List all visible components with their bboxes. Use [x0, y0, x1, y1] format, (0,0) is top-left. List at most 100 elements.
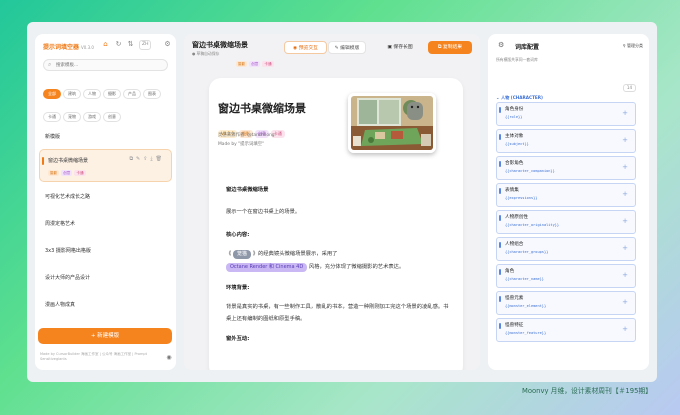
category-chip-architecture[interactable]: 建筑: [63, 89, 81, 99]
panel-subtitle: 所有模版共享同一套词库: [496, 57, 538, 62]
add-icon[interactable]: +: [622, 136, 628, 144]
vocab-item[interactable]: 角色身份 {{role}} +: [496, 102, 636, 126]
category-chip-people[interactable]: 人物: [83, 89, 101, 99]
item-indicator: [499, 188, 501, 194]
item-indicator: [499, 242, 501, 248]
intro-text: 展示一个在窗边书桌上的场景。: [226, 209, 301, 215]
category-chip-creative[interactable]: 创意: [103, 112, 121, 122]
add-icon[interactable]: +: [622, 190, 628, 198]
item-indicator: [499, 269, 501, 275]
tag-creative: 创意: [61, 170, 73, 176]
vocab-item[interactable]: 角色 {{character_name}} +: [496, 264, 636, 288]
vocab-name: 人物组合: [505, 242, 524, 247]
tag-cartoon: 卡通: [74, 170, 86, 176]
search-icon: ⌕: [48, 61, 52, 68]
scene-thumbnail: [348, 93, 436, 153]
vocab-name: 角色: [505, 269, 515, 274]
card-author: 灵感来源作者: @tanshilong: [218, 133, 275, 138]
template-item[interactable]: 设计大师的产品设计: [35, 267, 176, 290]
vocab-item[interactable]: 怪兽元素 {{monster_element}} +: [496, 291, 636, 315]
category-chip-cartoon[interactable]: 卡通: [43, 112, 61, 122]
save-long-image-button[interactable]: ▣ 保存长图: [380, 41, 420, 54]
item-indicator: [499, 296, 501, 302]
fill-slot-character[interactable]: 笼猫: [233, 250, 252, 259]
vocab-key: {{expressions}}: [505, 196, 538, 200]
vocab-key: {{character_name}}: [505, 277, 544, 281]
edit-template-button[interactable]: ✎ 编辑模版: [328, 41, 366, 54]
tag-photography: 摄影: [48, 170, 60, 176]
watermark-credit: Moonvy 月维，设计素材周刊【＃195期】: [521, 387, 652, 395]
language-toggle[interactable]: ZH: [139, 40, 152, 50]
selected-indicator: [42, 157, 44, 165]
env-text: 背景是真实的书桌，有一些制作工具，散乱的书本，营造一种刚刚加工完这个场景的凌乱感…: [226, 304, 449, 322]
new-template-button[interactable]: + 新建模版: [38, 328, 172, 344]
home-icon[interactable]: ⌂: [101, 40, 110, 49]
search-input[interactable]: [56, 61, 164, 70]
category-group-header[interactable]: ⌄ 人物 (CHARACTER) 14: [496, 84, 636, 100]
template-list: 新模版 窗边书桌微缩场景 ⧉✎⇪⤓🗑 摄影 创意 卡通 可视化艺术成长之路 周漫定格…: [35, 126, 176, 344]
settings-gear-icon: ⚙: [498, 41, 505, 49]
tag-cartoon: 卡通: [262, 61, 274, 67]
vocab-item[interactable]: 主体对象 {{subject}} +: [496, 129, 636, 153]
vocab-key: {{character_originality}}: [505, 223, 560, 227]
category-filter: 全部 建筑 人物 摄影 产品 图表卡通 宠物 游戏 创意: [43, 80, 171, 126]
delete-icon[interactable]: 🗑: [156, 156, 165, 162]
group-count-badge: 14: [622, 84, 636, 92]
refresh-icon[interactable]: ↻: [114, 40, 123, 49]
github-icon[interactable]: ◉: [165, 354, 173, 362]
category-chip-game[interactable]: 游戏: [83, 112, 101, 122]
vocab-name: 合影角色: [505, 161, 524, 166]
card-body: 窗边书桌微缩场景 展示一个在窗边书桌上的场景。 核心内容: 《 笼猫 》的经典镜…: [226, 186, 451, 344]
manage-categories-button[interactable]: ⚲ 管理分类: [623, 43, 643, 49]
preview-mode-button[interactable]: ◉ 预览交互: [284, 41, 327, 54]
settings-gear-icon[interactable]: ⚙: [163, 40, 172, 49]
template-item[interactable]: 周漫定格艺术: [35, 213, 176, 236]
category-chip-photography[interactable]: 摄影: [103, 89, 121, 99]
core-paragraph: 《 笼猫 》的经典镜头微缩场景展示，采用了: [226, 250, 338, 259]
add-icon[interactable]: +: [622, 244, 628, 252]
category-chip-pet[interactable]: 宠物: [63, 112, 81, 122]
add-icon[interactable]: +: [622, 163, 628, 171]
template-item-selected[interactable]: 窗边书桌微缩场景 ⧉✎⇪⤓🗑 摄影 创意 卡通: [39, 149, 172, 182]
item-indicator: [499, 161, 501, 167]
add-icon[interactable]: +: [622, 271, 628, 279]
add-icon[interactable]: +: [622, 298, 628, 306]
preview-panel: 窗边书桌微缩场景 ● 草稿自动保存 摄影 创意 卡通 ◉ 预览交互 ✎ 编辑模版 ▣…: [184, 34, 480, 370]
template-item[interactable]: 新模版: [35, 126, 176, 149]
vocab-name: 怪兽元素: [505, 296, 524, 301]
sync-icon[interactable]: ⇅: [126, 40, 135, 49]
vocab-item[interactable]: 人物原创性 {{character_originality}} +: [496, 210, 636, 234]
item-indicator: [499, 134, 501, 140]
vocab-item[interactable]: 人物组合 {{character_groups}} +: [496, 237, 636, 261]
template-item[interactable]: 可视化艺术成长之路: [35, 186, 176, 209]
vocab-item[interactable]: 合影角色 {{character_companion}} +: [496, 156, 636, 180]
template-sidebar: 提示词填空器V0.3.0 ⌂ ↻ ⇅ ZH ⚙ ⌕ 全部建筑人物摄影产品图表卡通…: [35, 34, 176, 370]
template-item[interactable]: 漫画人物成真: [35, 294, 176, 317]
item-indicator: [499, 107, 501, 113]
add-icon[interactable]: +: [622, 325, 628, 333]
category-chip-chart[interactable]: 图表: [143, 89, 161, 99]
add-icon[interactable]: +: [622, 217, 628, 225]
copy-result-button[interactable]: ⧉ 复制结果: [428, 41, 472, 54]
category-chip-product[interactable]: 产品: [123, 89, 141, 99]
category-chip-all[interactable]: 全部: [43, 89, 61, 99]
add-icon[interactable]: +: [622, 109, 628, 117]
fill-slot-render-style[interactable]: Octane Render 和 Cinema 4D: [226, 263, 308, 272]
tag-creative: 创意: [249, 61, 261, 67]
core-label: 核心内容:: [226, 232, 250, 238]
vocab-key: {{monster_feature}}: [505, 331, 547, 335]
item-indicator: [499, 215, 501, 221]
template-item[interactable]: 3x3 摄影网格出格版: [35, 240, 176, 263]
vocab-key: {{role}}: [505, 115, 523, 119]
card-title: 窗边书桌微缩场景: [218, 102, 306, 115]
scene-image: [351, 96, 433, 150]
template-header-title: 窗边书桌微缩场景: [192, 41, 248, 49]
vocab-name: 表情集: [505, 188, 519, 193]
vocab-item[interactable]: 表情集 {{expressions}} +: [496, 183, 636, 207]
vocab-key: {{character_groups}}: [505, 250, 549, 254]
section-heading: 窗边书桌微缩场景: [226, 187, 269, 193]
vocab-item[interactable]: 怪兽特征 {{monster_feature}} +: [496, 318, 636, 342]
footer-credits: Made by CursorBuilder 海画工作室 | 公众号 海画工作室 …: [40, 352, 148, 361]
group-title: ⌄ 人物 (CHARACTER): [496, 95, 543, 100]
template-item-name: 窗边书桌微缩场景: [48, 158, 89, 164]
